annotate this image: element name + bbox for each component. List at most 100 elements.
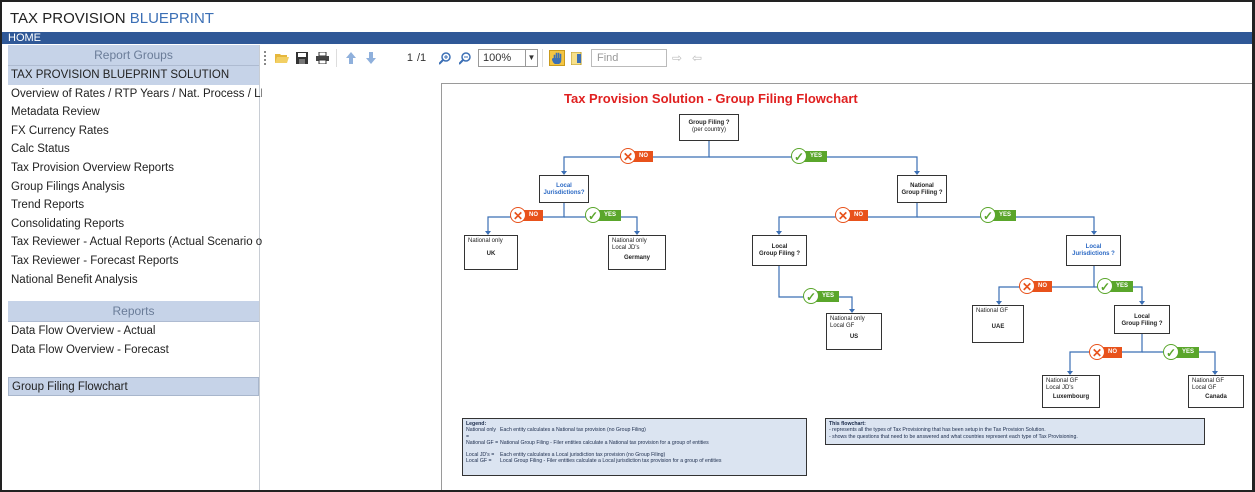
leaf-uk-country: UK xyxy=(486,251,496,257)
report-viewer[interactable]: Tax Provision Solution - Group Filing Fl… xyxy=(262,71,1252,490)
zoom-select[interactable]: 100% xyxy=(478,49,526,67)
group-item-overview-rates[interactable]: Overview of Rates / RTP Years / Nat. Pro… xyxy=(8,85,276,104)
find-prev-icon[interactable]: ⇦ xyxy=(689,50,705,66)
arrow-up-icon[interactable] xyxy=(343,50,359,66)
badge-no-4: ✕ NO xyxy=(1019,278,1052,294)
zoom-in-icon[interactable] xyxy=(437,50,453,66)
group-item-group-filings-analysis[interactable]: Group Filings Analysis xyxy=(8,178,259,197)
report-page: Tax Provision Solution - Group Filing Fl… xyxy=(441,83,1252,490)
find-next-icon[interactable]: ⇨ xyxy=(669,50,685,66)
node-lj2-line2: Jurisdictions ? xyxy=(1072,251,1115,257)
group-item-calc-status[interactable]: Calc Status xyxy=(8,140,259,159)
app-window: TAX PROVISION BLUEPRINT HOME Report Grou… xyxy=(0,0,1255,492)
x-icon: ✕ xyxy=(1019,278,1035,294)
leaf-canada-line1: National GF xyxy=(1192,378,1225,384)
badge-yes-6-label: YES xyxy=(1182,349,1195,355)
report-item-group-filing-flowchart[interactable]: Group Filing Flowchart xyxy=(8,377,259,396)
node-lj1-line2: Jurisdictions? xyxy=(543,190,585,196)
bookmark-icon[interactable] xyxy=(569,50,585,66)
node-ngf-line2: Group Filing ? xyxy=(901,190,943,196)
node-lgf2-line2: Group Filing ? xyxy=(1121,321,1163,327)
check-icon: ✓ xyxy=(1163,344,1179,360)
legend-row: National only = Each entity calculates a … xyxy=(466,427,803,440)
leaf-uae-country: UAE xyxy=(991,324,1005,330)
leaf-germany-line2: Local JD's xyxy=(612,245,640,251)
node-local-jurisdictions-2: Local Jurisdictions ? xyxy=(1066,235,1121,266)
report-item-data-flow-actual[interactable]: Data Flow Overview - Actual xyxy=(8,322,259,341)
check-icon: ✓ xyxy=(1097,278,1113,294)
badge-yes-2-label: YES xyxy=(604,212,617,218)
check-icon: ✓ xyxy=(585,207,601,223)
leaf-lux-line1: National GF xyxy=(1046,378,1079,384)
badge-yes-1-label: YES xyxy=(810,153,823,159)
group-item-tpb-solution[interactable]: TAX PROVISION BLUEPRINT SOLUTION xyxy=(8,66,259,85)
flowchart-note-box: This flowchart: - represents all the typ… xyxy=(825,418,1205,445)
hand-icon[interactable] xyxy=(549,50,565,66)
badge-no-5-label: NO xyxy=(1108,349,1117,355)
group-item-trend-reports[interactable]: Trend Reports xyxy=(8,196,259,215)
leaf-uae: National GF UAE xyxy=(972,305,1024,343)
app-title: TAX PROVISION BLUEPRINT xyxy=(2,2,1252,32)
group-item-metadata-review[interactable]: Metadata Review xyxy=(8,103,259,122)
group-item-consolidating-reports[interactable]: Consolidating Reports xyxy=(8,215,259,234)
leaf-uk-line1: National only xyxy=(468,238,503,244)
report-item-data-flow-forecast[interactable]: Data Flow Overview - Forecast xyxy=(8,341,259,360)
leaf-us: National only Local GF US xyxy=(826,313,882,350)
check-icon: ✓ xyxy=(791,148,807,164)
node-lj2-line1: Local xyxy=(1085,244,1102,250)
badge-yes-1: ✓ YES xyxy=(791,148,828,164)
group-item-tax-provision-overview[interactable]: Tax Provision Overview Reports xyxy=(8,159,259,178)
group-item-national-benefit[interactable]: National Benefit Analysis xyxy=(8,271,259,290)
badge-yes-5-label: YES xyxy=(1116,283,1129,289)
group-item-fx-rates[interactable]: FX Currency Rates xyxy=(8,122,259,141)
badge-yes-4-label: YES xyxy=(822,293,835,299)
leaf-lux-line2: Local JD's xyxy=(1046,385,1074,391)
toolbar-separator-2 xyxy=(542,49,543,67)
print-icon[interactable] xyxy=(314,50,330,66)
node-national-group-filing: National Group Filing ? xyxy=(897,175,947,203)
leaf-us-line1: National only xyxy=(830,316,865,322)
node-local-group-filing-2: Local Group Filing ? xyxy=(1114,305,1170,334)
node-lgf1-line1: Local xyxy=(771,244,788,250)
x-icon: ✕ xyxy=(835,207,851,223)
arrow-down-icon[interactable] xyxy=(363,50,379,66)
badge-no-2: ✕ NO xyxy=(510,207,543,223)
legend-row: Local GF = Local Group Filing - Filer ent… xyxy=(466,458,803,464)
leaf-canada: National GF Local GF Canada xyxy=(1188,375,1244,408)
badge-no-3: ✕ NO xyxy=(835,207,868,223)
zoom-out-icon[interactable] xyxy=(457,50,473,66)
badge-no-3-label: NO xyxy=(854,212,863,218)
leaf-us-line2: Local GF xyxy=(830,323,855,329)
group-item-tax-reviewer-forecast[interactable]: Tax Reviewer - Forecast Reports xyxy=(8,252,259,271)
find-input[interactable]: Find xyxy=(591,49,667,67)
leaf-uae-line1: National GF xyxy=(976,308,1009,314)
report-toolbar: 1 /1 100% ▼ Find ⇨ ⇦ xyxy=(262,45,1252,71)
app-title-part1: TAX PROVISION xyxy=(10,10,126,27)
toolbar-grip[interactable] xyxy=(264,51,268,65)
node-lj1-line1: Local xyxy=(556,183,572,189)
page-number-input[interactable]: 1 xyxy=(391,52,413,64)
badge-no-1: ✕ NO xyxy=(620,148,653,164)
home-nav[interactable]: HOME xyxy=(2,32,1252,44)
save-icon[interactable] xyxy=(294,50,310,66)
legend-value: Local Group Filing - Filer entities calc… xyxy=(500,458,722,465)
open-folder-icon[interactable] xyxy=(274,50,290,66)
badge-yes-6: ✓ YES xyxy=(1163,344,1200,360)
node-local-jurisdictions-1: Local Jurisdictions? xyxy=(539,175,589,203)
leaf-germany-line1: National only xyxy=(612,238,647,244)
group-item-tax-reviewer-actual[interactable]: Tax Reviewer - Actual Reports (Actual Sc… xyxy=(8,233,281,252)
legend-box: Legend: National only = Each entity calcu… xyxy=(462,418,807,476)
badge-yes-4: ✓ YES xyxy=(803,288,840,304)
reports-header: Reports xyxy=(8,301,259,323)
report-groups-header: Report Groups xyxy=(8,45,259,66)
node-lgf2-line1: Local xyxy=(1134,314,1150,320)
legend-key: National GF = xyxy=(466,440,499,447)
leaf-lux-country: Luxembourg xyxy=(1052,394,1090,400)
node-lgf1-line2: Group Filing ? xyxy=(759,251,800,257)
badge-no-1-label: NO xyxy=(639,153,648,159)
chevron-down-icon[interactable]: ▼ xyxy=(526,49,538,67)
leaf-us-country: US xyxy=(849,334,859,340)
leaf-canada-country: Canada xyxy=(1205,394,1227,400)
badge-yes-5: ✓ YES xyxy=(1097,278,1134,294)
